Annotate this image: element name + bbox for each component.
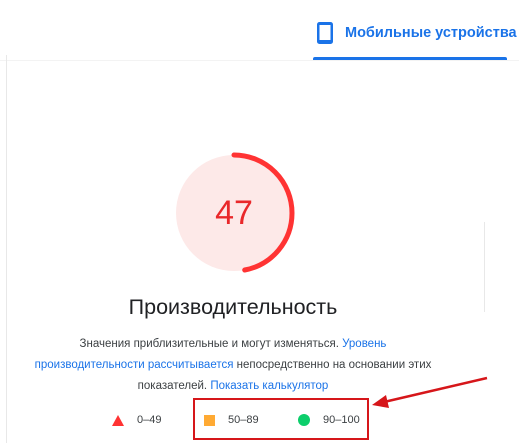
calculator-link[interactable]: Показать калькулятор bbox=[210, 380, 328, 392]
tab-mobile-label: Мобильные устройства bbox=[345, 25, 517, 41]
tab-mobile[interactable]: Мобильные устройства bbox=[314, 10, 517, 62]
legend-label-fail: 0–49 bbox=[137, 414, 162, 426]
card-border-left bbox=[6, 55, 7, 443]
tab-active-indicator bbox=[313, 57, 507, 60]
note-text-1: Значения приблизительные и могут изменят… bbox=[79, 338, 339, 350]
card-border-right bbox=[484, 222, 485, 312]
red-triangle-icon bbox=[112, 414, 124, 426]
annotation-box bbox=[193, 398, 369, 440]
mobile-phone-icon bbox=[317, 22, 333, 44]
metric-title: Производительность bbox=[128, 295, 338, 319]
score-value: 47 bbox=[215, 193, 253, 232]
legend-item-fail: 0–49 bbox=[112, 414, 161, 426]
annotation-arrow-icon bbox=[372, 376, 488, 408]
